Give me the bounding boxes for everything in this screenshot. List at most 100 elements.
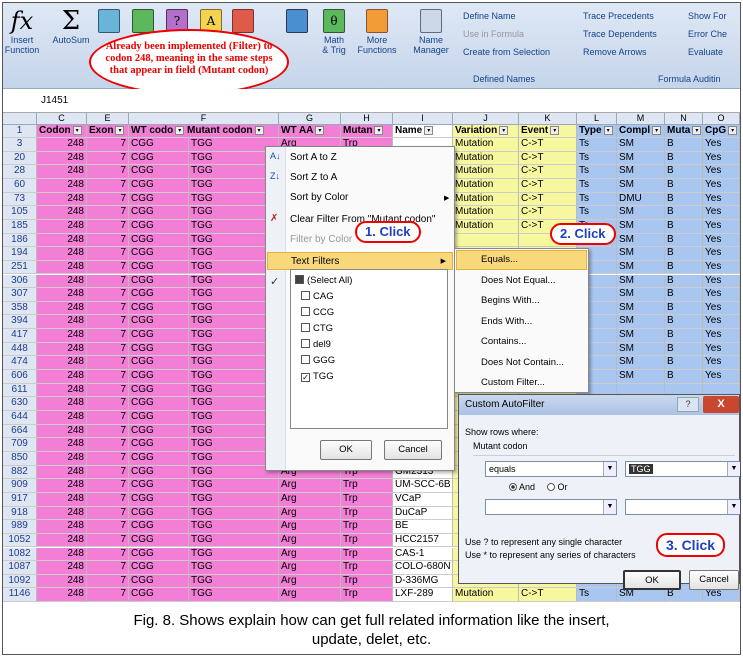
filter-dropdown-icon[interactable]: ▾ — [550, 125, 560, 135]
cell-cp[interactable]: Yes — [703, 260, 740, 275]
cell-exon[interactable]: 7 — [87, 520, 129, 534]
value2-select[interactable]: ▼ — [625, 499, 740, 515]
cell-wt[interactable]: CGG — [129, 561, 189, 575]
row-number[interactable]: 918 — [3, 506, 37, 521]
cell-mu[interactable]: B — [665, 329, 703, 343]
cell-exon[interactable]: 7 — [87, 192, 129, 207]
cell-codon[interactable]: 248 — [37, 192, 87, 207]
cell-exon[interactable]: 7 — [87, 561, 129, 575]
cell-mu[interactable]: B — [665, 247, 703, 261]
cell-co[interactable]: SM — [617, 342, 665, 357]
cell-mu[interactable]: B — [665, 288, 703, 302]
filter-dropdown-icon[interactable]: ▾ — [424, 125, 434, 135]
header-mutant-aa[interactable]: Mutan ▾ — [341, 125, 393, 138]
cell-mu[interactable]: B — [665, 219, 703, 234]
cell-codon[interactable]: 248 — [37, 370, 87, 384]
cell-exon[interactable]: 7 — [87, 178, 129, 193]
cell-var[interactable] — [453, 233, 519, 248]
cell-codon[interactable]: 248 — [37, 151, 87, 166]
cell-ty[interactable]: Ts — [577, 151, 617, 166]
row-number[interactable]: 251 — [3, 260, 37, 275]
col-letter[interactable]: J — [453, 113, 519, 125]
close-button[interactable]: X — [703, 396, 739, 413]
cell-mu[interactable]: B — [665, 342, 703, 357]
row-number[interactable]: 644 — [3, 411, 37, 425]
cell-exon[interactable]: 7 — [87, 588, 129, 603]
cell-ev[interactable]: C->T — [519, 165, 577, 179]
row-number[interactable]: 1087 — [3, 561, 37, 575]
cell-mutaa[interactable]: Trp — [341, 479, 393, 493]
cell-mutaa[interactable]: Trp — [341, 533, 393, 548]
cell-mu[interactable]: B — [665, 260, 703, 275]
operator-select[interactable]: equals ▼ — [485, 461, 617, 477]
cell-wt[interactable]: CGG — [129, 533, 189, 548]
cell-exon[interactable]: 7 — [87, 479, 129, 493]
create-from-selection-button[interactable]: Create from Selection — [463, 47, 550, 57]
value-select[interactable]: TGG ▼ — [625, 461, 740, 477]
header-name[interactable]: Name ▾ — [393, 125, 453, 138]
cell-wtaa[interactable]: Arg — [279, 520, 341, 534]
col-letter[interactable]: N — [665, 113, 703, 125]
cell-ty[interactable]: Ts — [577, 178, 617, 193]
filter-dropdown-icon[interactable]: ▾ — [728, 125, 738, 135]
cell-exon[interactable]: 7 — [87, 301, 129, 316]
cell-ev[interactable]: C->T — [519, 206, 577, 220]
cell-exon[interactable]: 7 — [87, 424, 129, 439]
cell-cp[interactable]: Yes — [703, 301, 740, 316]
cell-cp[interactable]: Yes — [703, 588, 740, 603]
row-number[interactable]: 358 — [3, 301, 37, 316]
col-letter[interactable]: E — [87, 113, 129, 125]
col-letter[interactable]: C — [37, 113, 87, 125]
cell-co[interactable]: SM — [617, 356, 665, 371]
cell-mu[interactable]: B — [665, 274, 703, 289]
header-compl[interactable]: Compl ▾ — [617, 125, 665, 138]
cell-mut[interactable]: TGG — [189, 561, 279, 575]
cell-mu[interactable]: B — [665, 233, 703, 248]
cell-mut[interactable]: TGG — [189, 574, 279, 589]
cell-var[interactable]: Mutation — [453, 192, 519, 207]
more-functions-button[interactable]: More Functions — [355, 9, 399, 55]
cell-name[interactable]: D-336MG — [393, 574, 453, 589]
cell-codon[interactable]: 248 — [37, 492, 87, 507]
col-letter[interactable]: I — [393, 113, 453, 125]
cell-wt[interactable]: CGG — [129, 383, 189, 398]
cell-wt[interactable]: CGG — [129, 138, 189, 152]
row-number[interactable]: 448 — [3, 342, 37, 357]
col-letter[interactable]: L — [577, 113, 617, 125]
row-number[interactable]: 474 — [3, 356, 37, 371]
cell-codon[interactable]: 248 — [37, 547, 87, 562]
cell-codon[interactable]: 248 — [37, 588, 87, 603]
row-number[interactable]: 3 — [3, 138, 37, 152]
cell-codon[interactable]: 248 — [37, 138, 87, 152]
cell-wt[interactable]: CGG — [129, 520, 189, 534]
cell-ty[interactable]: Ts — [577, 138, 617, 152]
cell-exon[interactable]: 7 — [87, 397, 129, 411]
filter-values-list[interactable]: (Select All) CAG CCG CTG del9 GGG ✓ TGG — [290, 269, 448, 429]
cell-ty[interactable]: Ts — [577, 192, 617, 207]
row-number[interactable]: 664 — [3, 424, 37, 439]
cell-wtaa[interactable]: Arg — [279, 547, 341, 562]
cell-exon[interactable]: 7 — [87, 506, 129, 521]
recently-used-button[interactable] — [95, 9, 123, 35]
cell-mutaa[interactable]: Trp — [341, 588, 393, 603]
cell-codon[interactable]: 248 — [37, 233, 87, 248]
col-letter[interactable]: G — [279, 113, 341, 125]
cell-codon[interactable]: 248 — [37, 520, 87, 534]
header-wt-aa[interactable]: WT AA ▾ — [279, 125, 341, 138]
cell-cp[interactable]: Yes — [703, 151, 740, 166]
cell-codon[interactable]: 248 — [37, 219, 87, 234]
error-checking-button[interactable]: Error Che — [688, 29, 727, 39]
row-number[interactable]: 1146 — [3, 588, 37, 603]
filter-value-checkbox[interactable]: CTG — [301, 322, 333, 336]
cell-exon[interactable]: 7 — [87, 288, 129, 302]
cell-wt[interactable]: CGG — [129, 178, 189, 193]
filter-dropdown-icon[interactable]: ▾ — [374, 125, 384, 135]
cell-name[interactable]: COLO-680N — [393, 561, 453, 575]
filter-value-checkbox[interactable]: CCG — [301, 306, 334, 320]
cell-wt[interactable]: CGG — [129, 247, 189, 261]
math-trig-button[interactable]: θ Math & Trig — [317, 9, 351, 55]
row-number[interactable]: 28 — [3, 165, 37, 179]
cell-co[interactable]: SM — [617, 301, 665, 316]
operator2-select[interactable]: ▼ — [485, 499, 617, 515]
cell-mut[interactable]: TGG — [189, 547, 279, 562]
